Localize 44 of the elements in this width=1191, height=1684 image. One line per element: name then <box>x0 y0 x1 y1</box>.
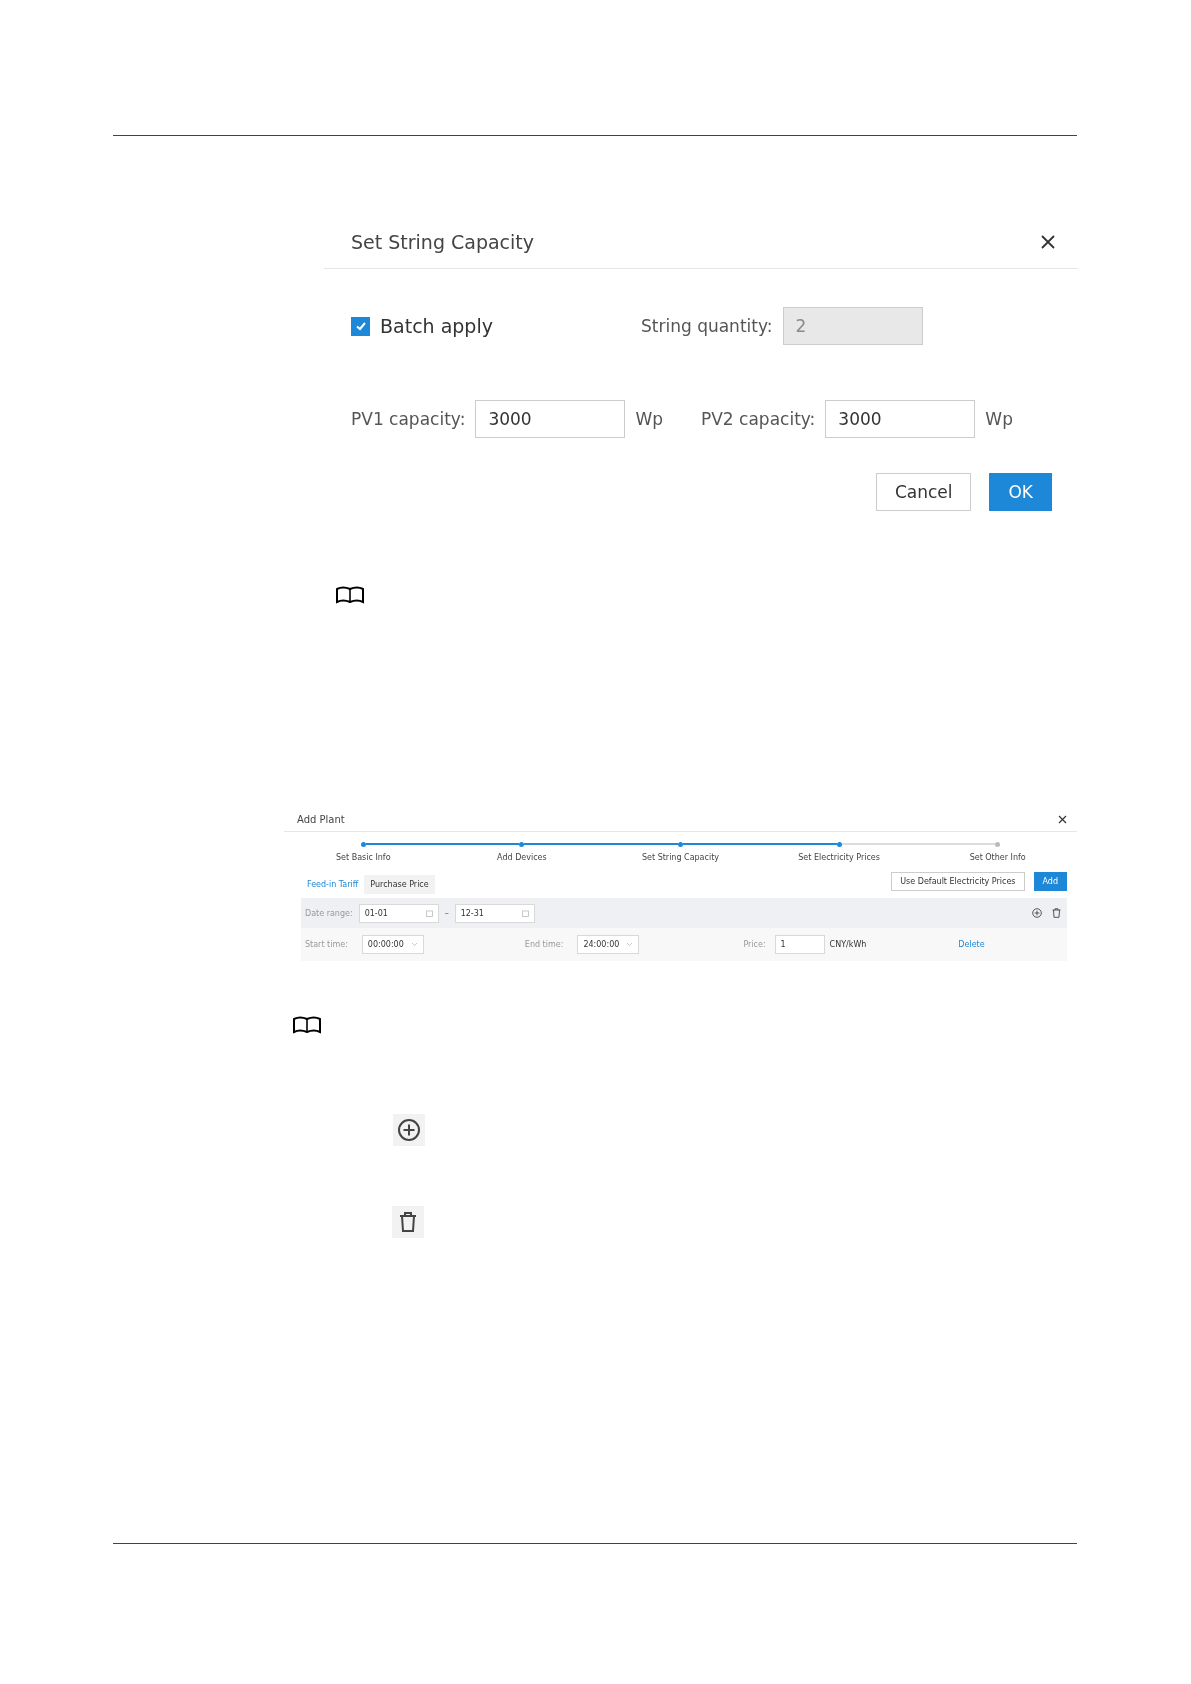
date-field[interactable]: 01-01 <box>358 903 439 923</box>
batch-apply-checkbox[interactable] <box>351 316 370 336</box>
dialog-title: Add Plant <box>297 813 345 825</box>
date-field[interactable]: 12-31 <box>454 903 535 923</box>
unit-label: CNY/kWh <box>829 940 867 949</box>
end-time-select[interactable]: 24:00:00 <box>577 935 640 954</box>
dialog-title: Set String Capacity <box>351 231 534 253</box>
price-tab[interactable]: Purchase Price <box>364 875 435 894</box>
step-label[interactable]: Set Electricity Prices <box>798 853 880 862</box>
cancel-button[interactable]: Cancel <box>875 473 972 511</box>
trash-icon[interactable] <box>1052 908 1061 918</box>
unit-label: Wp <box>985 409 1013 429</box>
unit-label: Wp <box>635 409 663 429</box>
batch-apply-label: Batch apply <box>380 315 493 337</box>
range-separator: – <box>444 908 449 918</box>
string-quantity-label: String quantity: <box>641 316 773 336</box>
book-icon <box>292 1016 322 1034</box>
close-icon[interactable] <box>1040 234 1056 250</box>
delete-link[interactable]: Delete <box>958 940 985 949</box>
step-label[interactable]: Add Devices <box>497 853 547 862</box>
caret-icon <box>410 942 418 947</box>
calendar-icon <box>521 909 529 917</box>
capacity-label: PV1 capacity: <box>351 409 466 429</box>
capacity-field[interactable]: 3000 <box>475 400 626 438</box>
price-field[interactable]: 1 <box>774 935 825 954</box>
trash-icon <box>392 1206 424 1238</box>
end-time-label: End time: <box>524 940 564 949</box>
step-label[interactable]: Set Other Info <box>969 853 1026 862</box>
default-prices-button[interactable]: Use Default Electricity Prices <box>891 872 1025 891</box>
book-icon <box>335 586 365 604</box>
add-button[interactable]: Add <box>1033 872 1067 891</box>
price-label: Price: <box>743 940 766 949</box>
capacity-label: PV2 capacity: <box>701 409 816 429</box>
start-time-label: Start time: <box>305 940 348 949</box>
start-time-select[interactable]: 00:00:00 <box>361 935 424 954</box>
calendar-icon <box>425 909 433 917</box>
date-range-label: Date range: <box>305 908 353 918</box>
add-circle-icon[interactable] <box>1032 908 1042 918</box>
ok-button[interactable]: OK <box>989 473 1052 511</box>
caret-icon <box>626 942 634 947</box>
capacity-field[interactable]: 3000 <box>825 400 976 438</box>
close-icon[interactable] <box>1058 814 1067 824</box>
step-label[interactable]: Set String Capacity <box>641 853 719 862</box>
step-label[interactable]: Set Basic Info <box>336 853 391 862</box>
